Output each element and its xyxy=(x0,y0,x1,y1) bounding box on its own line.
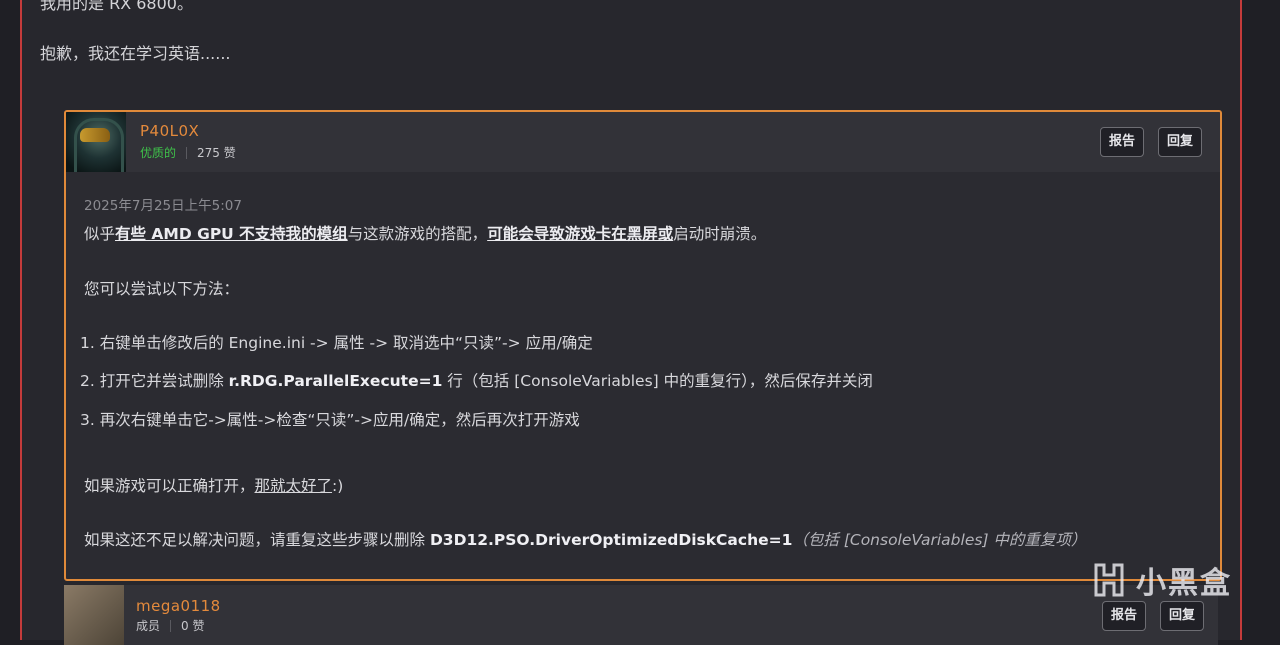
text-segment: 启动时崩溃。 xyxy=(673,225,767,243)
post-line-1: 似乎有些 AMD GPU 不支持我的模组与这款游戏的搭配，可能会导致游戏卡在黑屏… xyxy=(84,222,766,244)
rank-badge: 成员 xyxy=(136,619,161,633)
reply-button[interactable]: 回复 xyxy=(1158,127,1203,157)
text-segment: 行（包括 [ConsoleVariables] 中的重复行），然后保存并关闭 xyxy=(442,372,873,390)
likes-count: 0 赞 xyxy=(181,619,205,633)
link-black-screen[interactable]: 可能会导致游戏卡在黑屏或 xyxy=(487,225,673,243)
text-segment: 似乎 xyxy=(84,225,116,243)
previous-post-sorry-text: 抱歉，我还在学习英语...... xyxy=(40,44,231,63)
post-line-7: 如果这还不足以解决问题，请重复这些步骤以删除 D3D12.PSO.DriverO… xyxy=(84,528,1086,550)
likes-count: 275 赞 xyxy=(197,146,236,160)
reply-button[interactable]: 回复 xyxy=(1160,601,1205,631)
username[interactable]: mega0118 xyxy=(136,597,221,615)
code-disk-cache: D3D12.PSO.DriverOptimizedDiskCache=1 xyxy=(429,531,793,549)
avatar[interactable] xyxy=(66,112,126,172)
next-post-header: mega0118 成员 0 赞 报告 回复 xyxy=(64,585,1218,645)
username[interactable]: P40L0X xyxy=(140,122,199,140)
step-1: 1. 右键单击修改后的 Engine.ini -> 属性 -> 取消选中“只读”… xyxy=(80,334,593,352)
user-meta: 优质的 275 赞 xyxy=(140,144,236,161)
text-segment: 与这款游戏的搭配， xyxy=(347,225,488,243)
post-line-2: 您可以尝试以下方法： xyxy=(84,280,240,298)
previous-post-text: 我用的是 RX 6800。 xyxy=(40,0,193,13)
divider xyxy=(186,146,188,159)
text-segment: :) xyxy=(332,477,344,495)
reply-post-header: P40L0X 优质的 275 赞 报告 回复 xyxy=(66,112,1220,172)
reply-post: P40L0X 优质的 275 赞 报告 回复 2025年7月25日上午5:07 … xyxy=(64,110,1222,581)
watermark-text: 小黑盒 xyxy=(1136,566,1232,601)
watermark: 小黑盒 xyxy=(1088,558,1232,602)
step-2: 2. 打开它并尝试删除 r.RDG.ParallelExecute=1 行（包括… xyxy=(80,369,873,391)
text-segment: 2. 打开它并尝试删除 xyxy=(80,372,229,390)
rank-badge: 优质的 xyxy=(140,146,177,160)
xiaoheihe-logo-icon xyxy=(1094,563,1124,597)
link-amd-gpu[interactable]: 有些 AMD GPU 不支持我的模组 xyxy=(115,225,348,243)
divider xyxy=(170,619,172,632)
post-date: 2025年7月25日上午5:07 xyxy=(84,198,242,214)
code-parallel-execute: r.RDG.ParallelExecute=1 xyxy=(228,372,443,390)
text-segment: 如果游戏可以正确打开， xyxy=(84,477,255,495)
note-console-variables: （包括 [ConsoleVariables] 中的重复项） xyxy=(792,531,1087,549)
report-button[interactable]: 报告 xyxy=(1102,601,1147,631)
avatar[interactable] xyxy=(64,585,124,645)
report-button[interactable]: 报告 xyxy=(1100,127,1145,157)
user-meta: 成员 0 赞 xyxy=(136,617,204,634)
link-great[interactable]: 那就太好了 xyxy=(255,477,333,495)
step-3: 3. 再次右键单击它->属性->检查“只读”->应用/确定，然后再次打开游戏 xyxy=(80,411,580,429)
text-segment: 如果这还不足以解决问题，请重复这些步骤以删除 xyxy=(84,531,430,549)
post-line-6: 如果游戏可以正确打开，那就太好了:) xyxy=(84,474,343,496)
